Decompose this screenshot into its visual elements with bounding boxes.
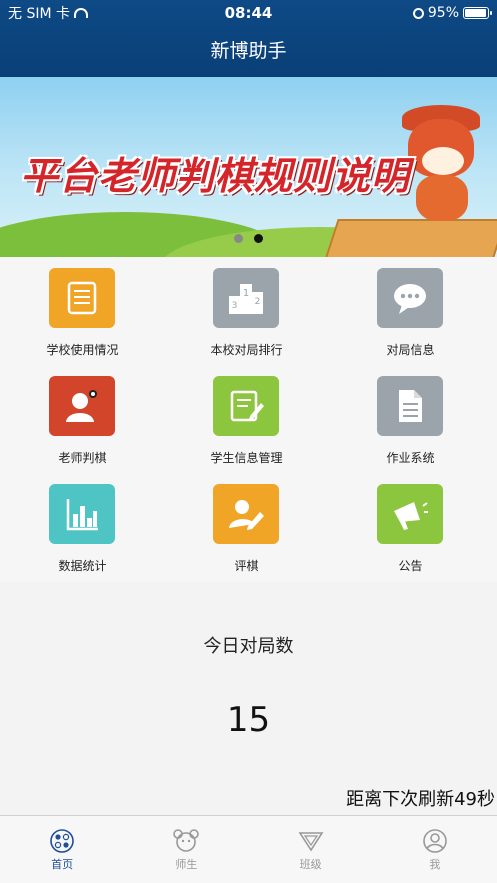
grid-item-homework[interactable]: 作业系统 xyxy=(328,365,493,473)
teacher-student-icon xyxy=(173,829,200,852)
grid-item-student-management[interactable]: 学生信息管理 xyxy=(164,365,329,473)
grid-item-label: 评棋 xyxy=(234,559,259,573)
document-icon xyxy=(67,281,97,315)
chat-bubble-icon xyxy=(394,284,426,314)
banner-carousel[interactable]: 平台老师判棋规则说明 xyxy=(0,77,497,257)
today-games-count: 15 xyxy=(226,700,271,740)
banner-title: 平台老师判棋规则说明 xyxy=(20,154,411,198)
user-edit-icon xyxy=(229,500,264,530)
feature-grid: 学校使用情况 13 2 本校对局排行 对局信息 老师判棋 学生信息管理 作业系统 xyxy=(0,257,497,582)
go-board-illustration xyxy=(318,219,497,257)
edit-document-icon xyxy=(230,390,264,422)
tab-label: 我 xyxy=(429,858,441,871)
grid-item-data-statistics[interactable]: 数据统计 xyxy=(0,473,165,581)
tab-bar: 首页 师生 班级 我 xyxy=(0,815,497,883)
status-time: 08:44 xyxy=(224,4,273,22)
triangle-down-icon xyxy=(298,832,324,852)
tile-background xyxy=(49,268,115,328)
teacher-icon xyxy=(66,390,97,422)
go-board-icon xyxy=(50,829,74,853)
grid-item-label: 对局信息 xyxy=(386,343,435,357)
grid-item-school-ranking[interactable]: 13 2 本校对局排行 xyxy=(164,257,329,365)
grid-item-label: 学校使用情况 xyxy=(46,343,119,357)
carousel-dots[interactable] xyxy=(234,234,263,243)
grid-item-announcement[interactable]: 公告 xyxy=(328,473,493,581)
tile-background xyxy=(377,484,443,544)
page-title: 新博助手 xyxy=(210,40,287,62)
grid-item-label: 学生信息管理 xyxy=(210,451,283,465)
grid-item-game-info[interactable]: 对局信息 xyxy=(328,257,493,365)
grid-item-label: 公告 xyxy=(398,559,423,573)
refresh-countdown: 距离下次刷新49秒 xyxy=(346,789,495,810)
grid-item-label: 作业系统 xyxy=(386,451,435,465)
tile-background xyxy=(49,376,115,436)
tile-background xyxy=(49,484,115,544)
grid-item-school-usage[interactable]: 学校使用情况 xyxy=(0,257,165,365)
tab-label: 班级 xyxy=(299,858,322,871)
svg-text:2: 2 xyxy=(255,297,261,307)
tab-class[interactable]: 班级 xyxy=(249,816,373,883)
grid-item-label: 本校对局排行 xyxy=(210,343,283,357)
header: 无 SIM 卡 08:44 95% 新博助手 xyxy=(0,0,497,77)
tab-label: 首页 xyxy=(51,858,74,871)
tab-label: 师生 xyxy=(175,858,198,871)
status-bar: 无 SIM 卡 08:44 95% xyxy=(0,0,497,26)
podium-icon: 13 2 xyxy=(229,284,263,314)
megaphone-icon xyxy=(394,502,428,530)
grid-item-review-game[interactable]: 评棋 xyxy=(164,473,329,581)
tile-background xyxy=(377,268,443,328)
battery-icon xyxy=(463,7,492,19)
today-games-title: 今日对局数 xyxy=(203,636,294,657)
tile-background xyxy=(213,376,279,436)
grid-item-label: 老师判棋 xyxy=(58,451,107,465)
profile-icon xyxy=(423,829,447,853)
tile-background xyxy=(377,376,443,436)
tab-home[interactable]: 首页 xyxy=(0,816,124,883)
svg-text:3: 3 xyxy=(232,301,238,311)
carousel-dot-active[interactable] xyxy=(254,234,263,243)
mascot-illustration xyxy=(402,99,480,221)
tile-background: 13 2 xyxy=(213,268,279,328)
carousel-dot[interactable] xyxy=(234,234,243,243)
svg-text:1: 1 xyxy=(243,288,249,299)
file-icon xyxy=(399,390,422,422)
tab-me[interactable]: 我 xyxy=(373,816,497,883)
bar-chart-icon xyxy=(66,499,98,531)
grid-item-teacher-judge[interactable]: 老师判棋 xyxy=(0,365,165,473)
tile-background xyxy=(213,484,279,544)
grid-item-label: 数据统计 xyxy=(58,559,107,573)
tab-teacher-student[interactable]: 师生 xyxy=(124,816,248,883)
